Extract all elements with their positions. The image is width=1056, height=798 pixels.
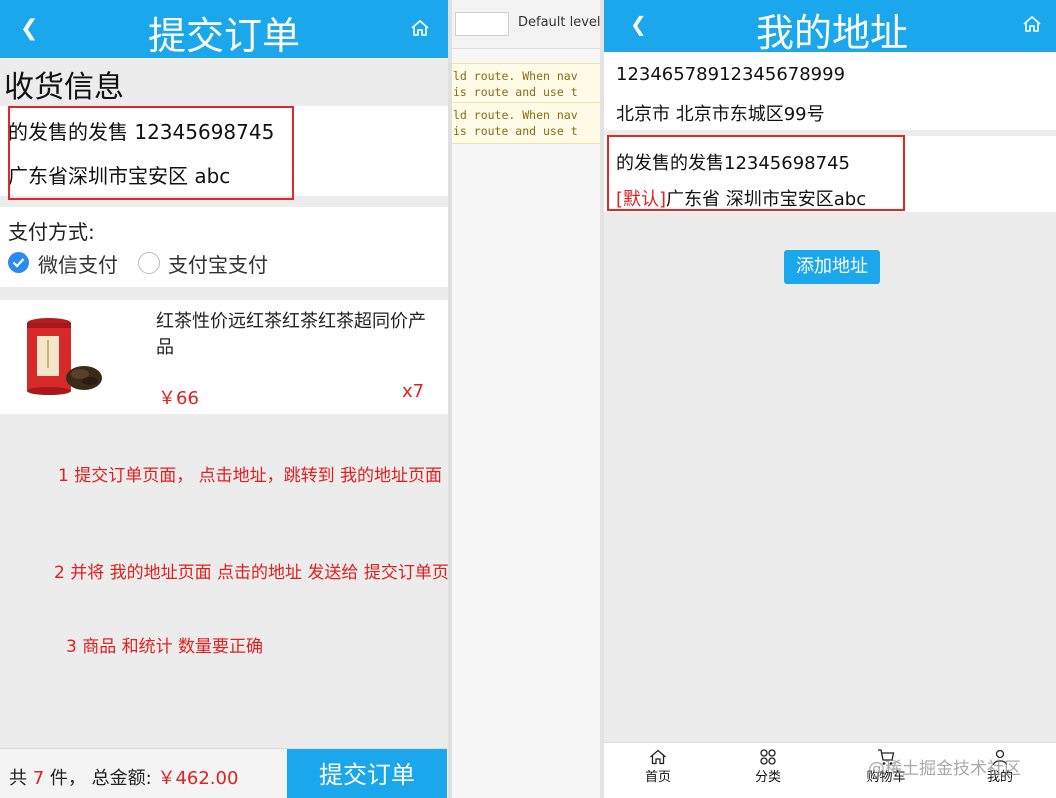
- summary-suffix: 件， 总金额:: [49, 768, 152, 789]
- console-warning-line: ld route. When nav: [453, 69, 578, 83]
- submit-order-button[interactable]: 提交订单: [287, 749, 447, 798]
- home-icon[interactable]: [410, 18, 430, 42]
- product-price: ￥66: [158, 388, 199, 409]
- header-bar: ❮ 提交订单: [0, 0, 448, 58]
- section-title: 收货信息: [4, 70, 124, 105]
- console-warning-line: is route and use t: [453, 124, 578, 138]
- address-detail[interactable]: 北京市 北京市东城区99号: [616, 100, 825, 126]
- page-title: 提交订单: [147, 14, 300, 58]
- order-summary: 共 7 件， 总金额: ￥462.00: [9, 764, 238, 790]
- tab-category[interactable]: 分类: [738, 748, 798, 785]
- devtools-level-select[interactable]: Default level: [518, 15, 601, 30]
- payment-label: 支付方式:: [8, 220, 95, 244]
- add-address-button[interactable]: 添加地址: [784, 250, 880, 284]
- item-count: 7: [32, 768, 45, 789]
- watermark: @稀土掘金技术社区: [868, 759, 1021, 779]
- highlight-box: [607, 135, 905, 211]
- payment-option-wechat[interactable]: 微信支付: [38, 249, 118, 278]
- submit-order-page: ❮ 提交订单 收货信息 的发售的发售 12345698745 广东省深圳市宝安区…: [0, 0, 452, 798]
- header-bar: ❮ 我的地址: [604, 0, 1056, 55]
- tab-label: 首页: [644, 770, 671, 785]
- annotation-note: 3 商品 和统计 数量要正确: [66, 637, 264, 657]
- page-title: 我的地址: [755, 11, 908, 55]
- radio-unchecked-icon[interactable]: [138, 252, 160, 274]
- home-icon[interactable]: [1022, 14, 1042, 38]
- address-phone[interactable]: 12346578912345678999: [616, 64, 845, 85]
- console-warning-line: ld route. When nav: [453, 108, 578, 122]
- payment-option-alipay[interactable]: 支付宝支付: [168, 249, 268, 278]
- console-warning-line: is route and use t: [453, 85, 578, 99]
- grid-icon: [760, 749, 776, 765]
- tab-home[interactable]: 首页: [628, 748, 688, 785]
- annotation-note: 1 提交订单页面， 点击地址，跳转到 我的地址页面: [58, 466, 443, 486]
- radio-checked-icon[interactable]: [8, 252, 29, 273]
- console-warning: ld route. When nav is route and use t: [450, 63, 600, 105]
- product-name: 红茶性价远红茶红茶红茶超同价产品: [156, 311, 426, 358]
- product-image: [24, 316, 124, 396]
- product-quantity: x7: [402, 381, 425, 402]
- console-warning: ld route. When nav is route and use t: [450, 102, 600, 144]
- annotation-note: 2 并将 我的地址页面 点击的地址 发送给 提交订单页面进行展示: [54, 563, 449, 583]
- summary-prefix: 共: [9, 768, 27, 789]
- devtools-filter-input[interactable]: [455, 12, 509, 36]
- home-icon: [650, 749, 666, 765]
- highlight-box: [8, 106, 294, 200]
- total-amount: ￥462.00: [157, 768, 239, 789]
- tab-label: 分类: [754, 770, 781, 785]
- my-address-page: ❮ 我的地址 12346578912345678999 北京市 北京市东城区99…: [600, 0, 1056, 798]
